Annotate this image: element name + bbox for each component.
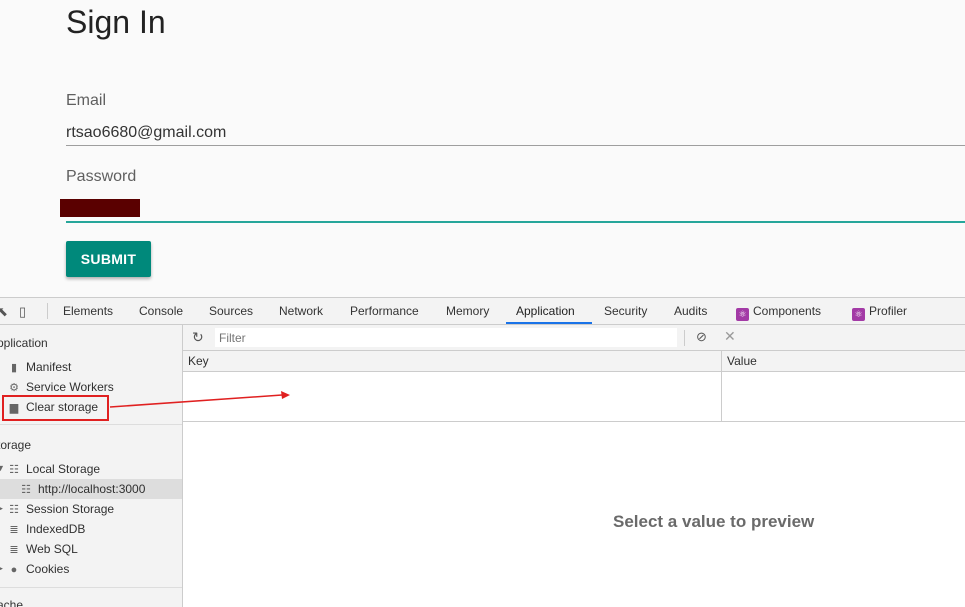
tab-components-label: Components: [753, 304, 822, 318]
cookie-icon: ●: [10, 564, 18, 576]
tab-security[interactable]: Security: [604, 298, 647, 325]
sidebar-item-cookies[interactable]: ● Cookies: [8, 559, 70, 579]
active-tab-indicator: [506, 322, 592, 324]
application-section-header: pplication: [0, 336, 48, 350]
tab-audits[interactable]: Audits: [674, 298, 707, 325]
application-sidebar: pplication ▮ Manifest ⚙ Service Workers ▆ C…: [0, 325, 183, 607]
preview-placeholder: Select a value to preview: [613, 512, 815, 531]
tab-console[interactable]: Console: [139, 298, 183, 325]
sidebar-item-label: Web SQL: [26, 542, 78, 556]
devtools-panel: ⬉ ▯ Elements Console Sources Network Per…: [0, 297, 965, 607]
grid-icon: ☷: [21, 484, 31, 496]
storage-main-pane: ↻ ⊘ ✕ Key Value Select a value to previe…: [183, 325, 965, 607]
page-title: Sign In: [66, 4, 166, 40]
filter-separator: [684, 330, 685, 346]
password-redaction: [60, 199, 140, 217]
database-icon: ≣: [9, 524, 19, 536]
expand-arrow-icon[interactable]: ▶: [0, 563, 3, 574]
column-value-header[interactable]: Value: [727, 354, 757, 368]
expand-arrow-icon[interactable]: ▶: [0, 503, 3, 514]
refresh-icon[interactable]: ↻: [192, 329, 204, 346]
tab-components[interactable]: ⚛ Components: [736, 298, 821, 325]
sidebar-divider: [0, 587, 182, 588]
tab-performance[interactable]: Performance: [350, 298, 419, 325]
sidebar-item-label: IndexedDB: [26, 522, 86, 536]
sidebar-item-label: http://localhost:3000: [38, 482, 146, 496]
sidebar-item-session-storage[interactable]: ☷ Session Storage: [8, 499, 114, 519]
storage-table-header: Key Value: [183, 351, 965, 372]
sidebar-item-label: Cookies: [26, 562, 70, 576]
grid-icon: ☷: [9, 464, 19, 476]
sidebar-item-manifest[interactable]: ▮ Manifest: [8, 357, 71, 377]
tab-memory[interactable]: Memory: [446, 298, 489, 325]
sidebar-item-label: Service Workers: [26, 380, 114, 394]
sidebar-item-local-origin[interactable]: ☷ http://localhost:3000: [0, 479, 182, 499]
password-field[interactable]: [66, 197, 965, 223]
tab-elements[interactable]: Elements: [63, 298, 113, 325]
email-field[interactable]: [66, 120, 965, 146]
grid-icon: ☷: [9, 504, 19, 516]
device-toggle-icon[interactable]: ▯: [19, 304, 26, 320]
sidebar-item-local-storage[interactable]: ☷ Local Storage: [8, 459, 100, 479]
inspect-icon[interactable]: ⬉: [0, 304, 8, 320]
tab-application[interactable]: Application: [516, 298, 575, 325]
toolbar-separator: [47, 303, 48, 319]
password-label: Password: [66, 168, 137, 185]
tab-network[interactable]: Network: [279, 298, 323, 325]
sidebar-item-label: Local Storage: [26, 462, 101, 476]
delete-selected-icon[interactable]: ✕: [724, 328, 736, 345]
sidebar-item-label: Manifest: [26, 360, 72, 374]
sign-in-page: Sign In Email Password SUBMIT: [0, 0, 965, 297]
email-label: Email: [66, 92, 107, 109]
sidebar-item-websql[interactable]: ≣ Web SQL: [8, 539, 78, 559]
expand-arrow-icon[interactable]: ▼: [0, 463, 5, 473]
annotation-highlight-box: [2, 395, 109, 421]
tab-profiler-label: Profiler: [869, 304, 908, 318]
sidebar-item-indexeddb[interactable]: ≣ IndexedDB: [8, 519, 85, 539]
clear-all-icon[interactable]: ⊘: [696, 329, 707, 345]
storage-section-header: torage: [0, 438, 32, 452]
sidebar-divider: [0, 424, 182, 425]
sidebar-item-label: Session Storage: [26, 502, 115, 516]
react-icon: ⚛: [852, 308, 865, 321]
devtools-toolbar: ⬉ ▯ Elements Console Sources Network Per…: [0, 298, 965, 325]
table-bottom-border: [183, 421, 965, 422]
sidebar-item-service-workers[interactable]: ⚙ Service Workers: [8, 377, 114, 397]
file-icon: ▮: [10, 362, 18, 374]
cache-section-header: ache: [0, 598, 24, 607]
database-icon: ≣: [9, 544, 19, 556]
submit-button[interactable]: SUBMIT: [66, 241, 151, 277]
column-divider[interactable]: [721, 351, 722, 421]
column-key-header[interactable]: Key: [188, 354, 209, 368]
react-icon: ⚛: [736, 308, 749, 321]
tab-profiler[interactable]: ⚛ Profiler: [852, 298, 907, 325]
storage-filter-bar: ↻ ⊘ ✕: [183, 325, 965, 351]
tab-sources[interactable]: Sources: [209, 298, 253, 325]
filter-input[interactable]: [215, 328, 677, 347]
